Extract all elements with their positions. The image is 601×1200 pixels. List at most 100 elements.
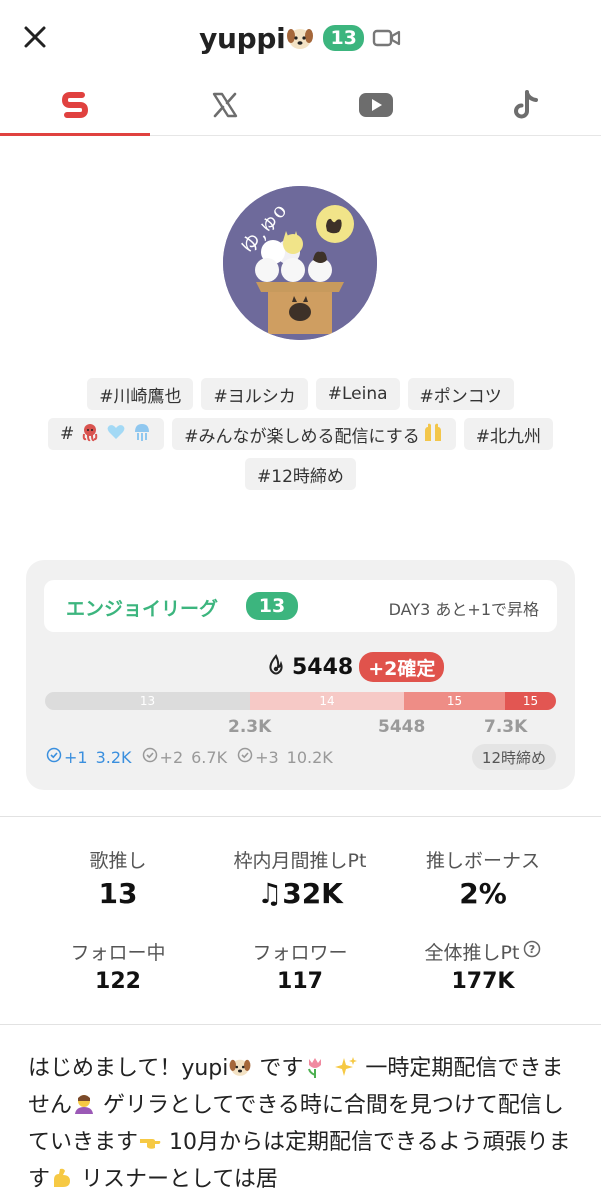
stat-label: 歌推し — [89, 850, 147, 872]
boost-plus-1: +1 3.2K — [46, 747, 132, 767]
stat-value: 13 — [98, 877, 138, 910]
threshold-label: 2.3K — [228, 717, 272, 737]
check-circle-icon — [142, 747, 158, 767]
hashtag-chip[interactable]: #Leina — [315, 378, 400, 410]
hashtag-chip[interactable]: #12時締め — [245, 458, 356, 490]
tab-tiktok[interactable] — [451, 78, 601, 135]
dog-emoji-icon — [285, 23, 315, 53]
tiktok-icon — [511, 89, 541, 125]
jellyfish-emoji-icon — [132, 422, 152, 447]
stat-total-points: 全体推しPt ? 177K — [383, 938, 583, 994]
stat-label: 推しボーナス — [425, 850, 540, 872]
showroom-icon — [59, 89, 91, 125]
stat-oshi-bonus: 推しボーナス 2% — [383, 846, 583, 910]
stat-label-row: 全体推しPt ? — [383, 938, 583, 965]
stat-label: フォロー中 — [70, 942, 166, 964]
stat-label: フォロワー — [252, 942, 348, 964]
hashtag-chip[interactable]: #ポンコツ — [407, 378, 514, 410]
video-camera-icon[interactable] — [372, 26, 402, 50]
avatar[interactable]: ゆ,ゅo — [223, 186, 377, 340]
stat-monthly-points: 枠内月間推しPt ♫32K — [200, 846, 400, 910]
threshold-label: 5448 — [378, 717, 426, 737]
rank-segment-13: 13 — [45, 692, 250, 710]
rank-confirm-badge: +2確定 — [359, 652, 445, 682]
tulip-emoji-icon — [303, 1054, 327, 1078]
hashtag-label: #北九州 — [475, 426, 541, 447]
boost-value: 3.2K — [95, 747, 132, 767]
person-bowing-emoji-icon — [72, 1091, 96, 1115]
bio-text: です — [252, 1056, 304, 1081]
tab-showroom[interactable] — [0, 78, 151, 136]
boost-label: +3 — [255, 747, 279, 767]
rank-segment-15-top: 15 — [505, 692, 556, 710]
boost-label: +1 — [64, 747, 88, 767]
hashtag-label: #ヨルシカ — [213, 386, 296, 407]
league-day-status: DAY3 あと+1で昇格 — [388, 600, 539, 619]
x-icon — [210, 90, 240, 124]
stat-label: 枠内月間推しPt — [233, 850, 367, 872]
profile-bio: はじめまして！yupi です 一時定期配信できません ゲリラとしてできる時に合間… — [28, 1050, 576, 1198]
boost-plus-2: +2 6.7K — [142, 747, 228, 767]
rank-progress-bar: 13 14 15 15 — [45, 692, 556, 710]
boost-value: 10.2K — [286, 747, 333, 767]
hashtag-list: #川崎鷹也 #ヨルシカ #Leina #ポンコツ # #みんなが楽しめる配信にす… — [30, 378, 571, 490]
octopus-emoji-icon — [80, 422, 100, 447]
stat-followers[interactable]: フォロワー 117 — [200, 938, 400, 994]
hashtag-chip[interactable]: #川崎鷹也 — [87, 378, 194, 410]
stat-value: 122 — [95, 969, 141, 994]
rank-segment-14: 14 — [250, 692, 404, 710]
hashtag-label: #ポンコツ — [419, 386, 502, 407]
svg-text:?: ? — [529, 943, 535, 956]
deadline-badge: 12時締め — [471, 744, 556, 770]
stat-value: 117 — [277, 969, 323, 994]
youtube-icon — [358, 91, 394, 123]
hashtag-label: #12時締め — [257, 466, 344, 487]
stat-value: 177K — [451, 969, 515, 994]
current-score: 5448 — [292, 654, 354, 680]
hashtag-chip[interactable]: #みんなが楽しめる配信にする — [172, 418, 456, 450]
rank-segment-15: 15 — [404, 692, 505, 710]
threshold-label: 7.3K — [484, 717, 528, 737]
league-card: エンジョイリーグ 13 DAY3 あと+1で昇格 5448 +2確定 13 14… — [26, 560, 575, 790]
boost-plus-3: +3 10.2K — [237, 747, 333, 767]
hashtag-label: #Leina — [327, 384, 388, 404]
stat-song-oshi: 歌推し 13 — [18, 846, 218, 910]
flame-icon — [266, 654, 286, 680]
hashtag-chip[interactable]: #ヨルシカ — [201, 378, 308, 410]
hashtag-label: #みんなが楽しめる配信にする — [184, 426, 420, 447]
tab-youtube[interactable] — [301, 78, 451, 135]
hashtag-label: #川崎鷹也 — [99, 386, 182, 407]
divider — [0, 816, 601, 817]
raised-hands-emoji-icon — [422, 421, 444, 448]
light-blue-heart-icon — [106, 422, 126, 447]
league-name: エンジョイリーグ — [66, 598, 219, 620]
profile-name: yuppi — [199, 21, 286, 55]
flexed-biceps-emoji-icon — [50, 1165, 74, 1189]
social-tabs — [0, 78, 601, 136]
dog-emoji-icon — [228, 1054, 252, 1078]
league-header[interactable]: エンジョイリーグ 13 DAY3 あと+1で昇格 — [44, 580, 557, 632]
boost-row: +1 3.2K +2 6.7K +3 10.2K — [46, 747, 333, 767]
stat-value: ♫32K — [257, 877, 343, 910]
check-circle-icon — [46, 747, 62, 767]
league-level-badge: 13 — [246, 592, 298, 620]
profile-title-row: yuppi 13 — [0, 18, 601, 58]
hashtag-chip[interactable]: # — [48, 418, 165, 450]
level-badge: 13 — [323, 25, 364, 51]
help-icon[interactable]: ? — [523, 940, 541, 963]
header: yuppi 13 — [0, 0, 601, 78]
hashtag-label: # — [60, 424, 75, 444]
boost-label: +2 — [159, 747, 184, 767]
score-row: 5448 +2確定 — [266, 652, 445, 682]
stat-value: 2% — [459, 877, 507, 910]
check-circle-icon — [237, 747, 253, 767]
boost-value: 6.7K — [191, 747, 228, 767]
stat-following[interactable]: フォロー中 122 — [18, 938, 218, 994]
bio-text: リスナーとしては居 — [74, 1167, 278, 1192]
tab-x[interactable] — [150, 78, 300, 135]
sparkles-emoji-icon — [334, 1054, 358, 1078]
hashtag-chip[interactable]: #北九州 — [463, 418, 553, 450]
divider — [0, 1024, 601, 1025]
pointing-hand-emoji-icon — [138, 1128, 162, 1152]
bio-text: はじめまして！yupi — [28, 1056, 229, 1081]
